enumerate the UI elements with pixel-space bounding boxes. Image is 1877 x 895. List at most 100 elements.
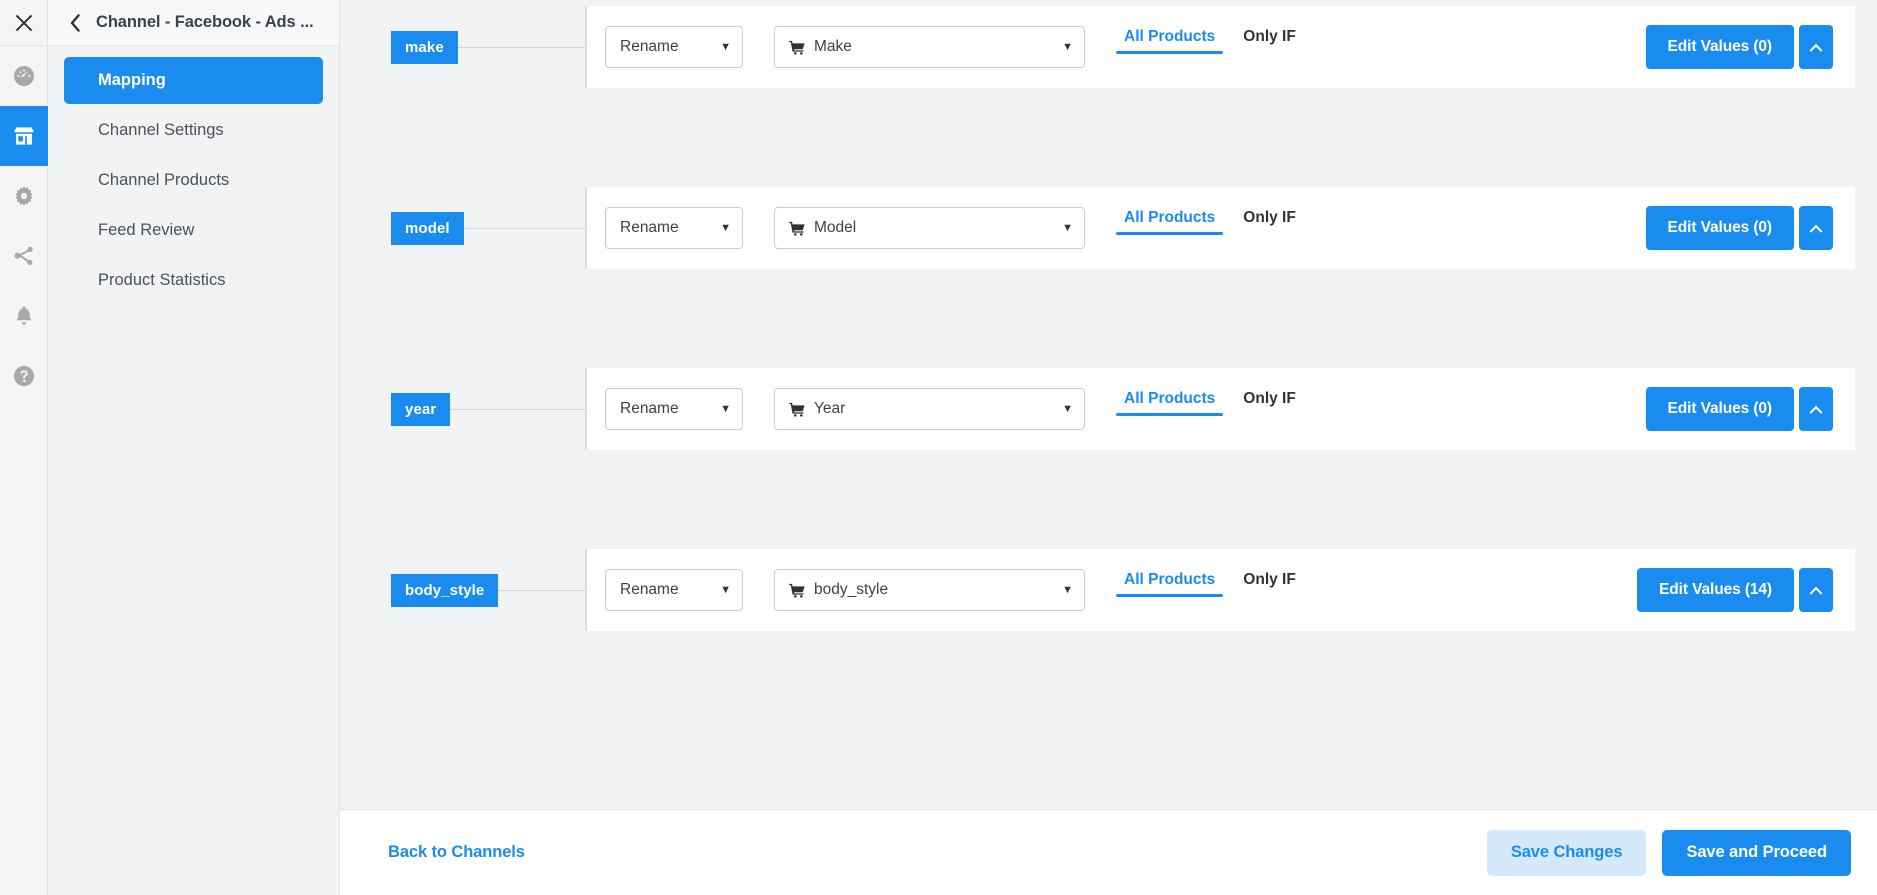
page-title: Channel - Facebook - Ads ... xyxy=(96,13,314,32)
target-field-select[interactable]: Model ▼ xyxy=(774,207,1085,249)
tag-zone: year xyxy=(340,368,585,450)
row-actions: Edit Values (0) xyxy=(1646,387,1833,431)
sidebar-item-label: Mapping xyxy=(98,71,166,90)
target-field-value: Model xyxy=(814,219,856,237)
scope-tabs: All Products Only IF xyxy=(1116,203,1304,253)
save-and-proceed-button[interactable]: Save and Proceed xyxy=(1662,830,1851,876)
edit-values-button[interactable]: Edit Values (0) xyxy=(1646,206,1794,250)
cart-glyph xyxy=(789,40,806,55)
settings-icon[interactable] xyxy=(0,166,48,226)
chevron-down-icon: ▼ xyxy=(1048,223,1073,234)
share-glyph xyxy=(12,244,36,268)
mapping-row: year Rename ▼ xyxy=(340,368,1877,450)
bell-glyph xyxy=(12,304,36,328)
store-icon[interactable] xyxy=(0,106,48,166)
target-field-select[interactable]: Year ▼ xyxy=(774,388,1085,430)
footer-bar: Back to Channels Save Changes Save and P… xyxy=(340,809,1877,895)
sidebar: Channel - Facebook - Ads ... Mapping Cha… xyxy=(48,0,340,895)
sidebar-item-feed-review[interactable]: Feed Review xyxy=(64,207,323,254)
collapse-row-button[interactable] xyxy=(1799,387,1833,431)
chevron-down-icon: ▼ xyxy=(1048,404,1073,415)
cart-icon xyxy=(789,40,806,55)
chevron-down-icon: ▼ xyxy=(706,42,731,53)
mapping-card: Rename ▼ Year ▼ xyxy=(585,368,1855,450)
transform-value: Rename xyxy=(620,581,679,599)
target-field-select[interactable]: body_style ▼ xyxy=(774,569,1085,611)
mapping-card: Rename ▼ Model ▼ xyxy=(585,187,1855,269)
chevron-down-icon: ▼ xyxy=(706,404,731,415)
collapse-row-button[interactable] xyxy=(1799,25,1833,69)
row-actions: Edit Values (0) xyxy=(1646,206,1833,250)
tab-only-if[interactable]: Only IF xyxy=(1235,28,1304,54)
mapping-row: body_style Rename ▼ xyxy=(340,549,1877,631)
target-field-select[interactable]: Make ▼ xyxy=(774,26,1085,68)
tab-only-if[interactable]: Only IF xyxy=(1235,571,1304,597)
collapse-row-button[interactable] xyxy=(1799,206,1833,250)
dashboard-icon[interactable] xyxy=(0,46,48,106)
sidebar-header: Channel - Facebook - Ads ... xyxy=(48,0,339,46)
transform-select[interactable]: Rename ▼ xyxy=(605,569,743,611)
tab-only-if[interactable]: Only IF xyxy=(1235,209,1304,235)
target-field-value: Year xyxy=(814,400,845,418)
main-content: make Rename ▼ xyxy=(340,0,1877,895)
tab-only-if[interactable]: Only IF xyxy=(1235,390,1304,416)
sidebar-nav: Mapping Channel Settings Channel Product… xyxy=(48,46,339,307)
back-to-channels-link[interactable]: Back to Channels xyxy=(388,843,525,862)
chevron-down-icon: ▼ xyxy=(1048,42,1073,53)
transform-value: Rename xyxy=(620,38,679,56)
sidebar-item-channel-products[interactable]: Channel Products xyxy=(64,157,323,204)
transform-select[interactable]: Rename ▼ xyxy=(605,207,743,249)
sidebar-item-label: Channel Products xyxy=(98,171,229,190)
mapping-card: Rename ▼ body_style ▼ xyxy=(585,549,1855,631)
sidebar-item-product-statistics[interactable]: Product Statistics xyxy=(64,257,323,304)
chevron-down-icon: ▼ xyxy=(1048,585,1073,596)
target-field-value: Make xyxy=(814,38,852,56)
close-glyph xyxy=(13,12,35,34)
icon-rail xyxy=(0,0,48,895)
transform-value: Rename xyxy=(620,400,679,418)
cart-icon xyxy=(789,583,806,598)
scope-tabs: All Products Only IF xyxy=(1116,565,1304,615)
footer-actions: Save Changes Save and Proceed xyxy=(1487,830,1851,876)
save-changes-button[interactable]: Save Changes xyxy=(1487,830,1647,876)
help-icon[interactable] xyxy=(0,346,48,406)
share-icon[interactable] xyxy=(0,226,48,286)
tag-zone: model xyxy=(340,187,585,269)
edit-values-button[interactable]: Edit Values (0) xyxy=(1646,25,1794,69)
chevron-up-icon xyxy=(1809,586,1823,595)
tab-all-products[interactable]: All Products xyxy=(1116,571,1223,597)
edit-values-button[interactable]: Edit Values (0) xyxy=(1646,387,1794,431)
app-root: Channel - Facebook - Ads ... Mapping Cha… xyxy=(0,0,1877,895)
tab-all-products[interactable]: All Products xyxy=(1116,28,1223,54)
transform-select[interactable]: Rename ▼ xyxy=(605,388,743,430)
scope-tabs: All Products Only IF xyxy=(1116,384,1304,434)
sidebar-item-mapping[interactable]: Mapping xyxy=(64,57,323,104)
cart-glyph xyxy=(789,402,806,417)
source-field-tag[interactable]: make xyxy=(391,31,458,64)
dashboard-glyph xyxy=(12,64,36,88)
row-actions: Edit Values (14) xyxy=(1637,568,1833,612)
store-glyph xyxy=(12,124,36,148)
source-field-tag[interactable]: body_style xyxy=(391,574,498,607)
close-icon[interactable] xyxy=(0,0,48,46)
sidebar-item-channel-settings[interactable]: Channel Settings xyxy=(64,107,323,154)
row-actions: Edit Values (0) xyxy=(1646,25,1833,69)
tab-all-products[interactable]: All Products xyxy=(1116,209,1223,235)
tab-all-products[interactable]: All Products xyxy=(1116,390,1223,416)
mapping-rows: make Rename ▼ xyxy=(340,0,1877,809)
source-field-tag[interactable]: year xyxy=(391,393,450,426)
connector-line xyxy=(440,409,585,410)
target-field-value: body_style xyxy=(814,581,888,599)
chevron-left-glyph xyxy=(69,13,82,33)
gear-glyph xyxy=(12,184,36,208)
transform-select[interactable]: Rename ▼ xyxy=(605,26,743,68)
bell-icon[interactable] xyxy=(0,286,48,346)
collapse-row-button[interactable] xyxy=(1799,568,1833,612)
source-field-tag[interactable]: model xyxy=(391,212,464,245)
edit-values-button[interactable]: Edit Values (14) xyxy=(1637,568,1794,612)
chevron-down-icon: ▼ xyxy=(706,585,731,596)
help-glyph xyxy=(12,364,36,388)
back-chevron-icon[interactable] xyxy=(64,12,86,34)
sidebar-item-label: Channel Settings xyxy=(98,121,224,140)
mapping-row: make Rename ▼ xyxy=(340,6,1877,88)
